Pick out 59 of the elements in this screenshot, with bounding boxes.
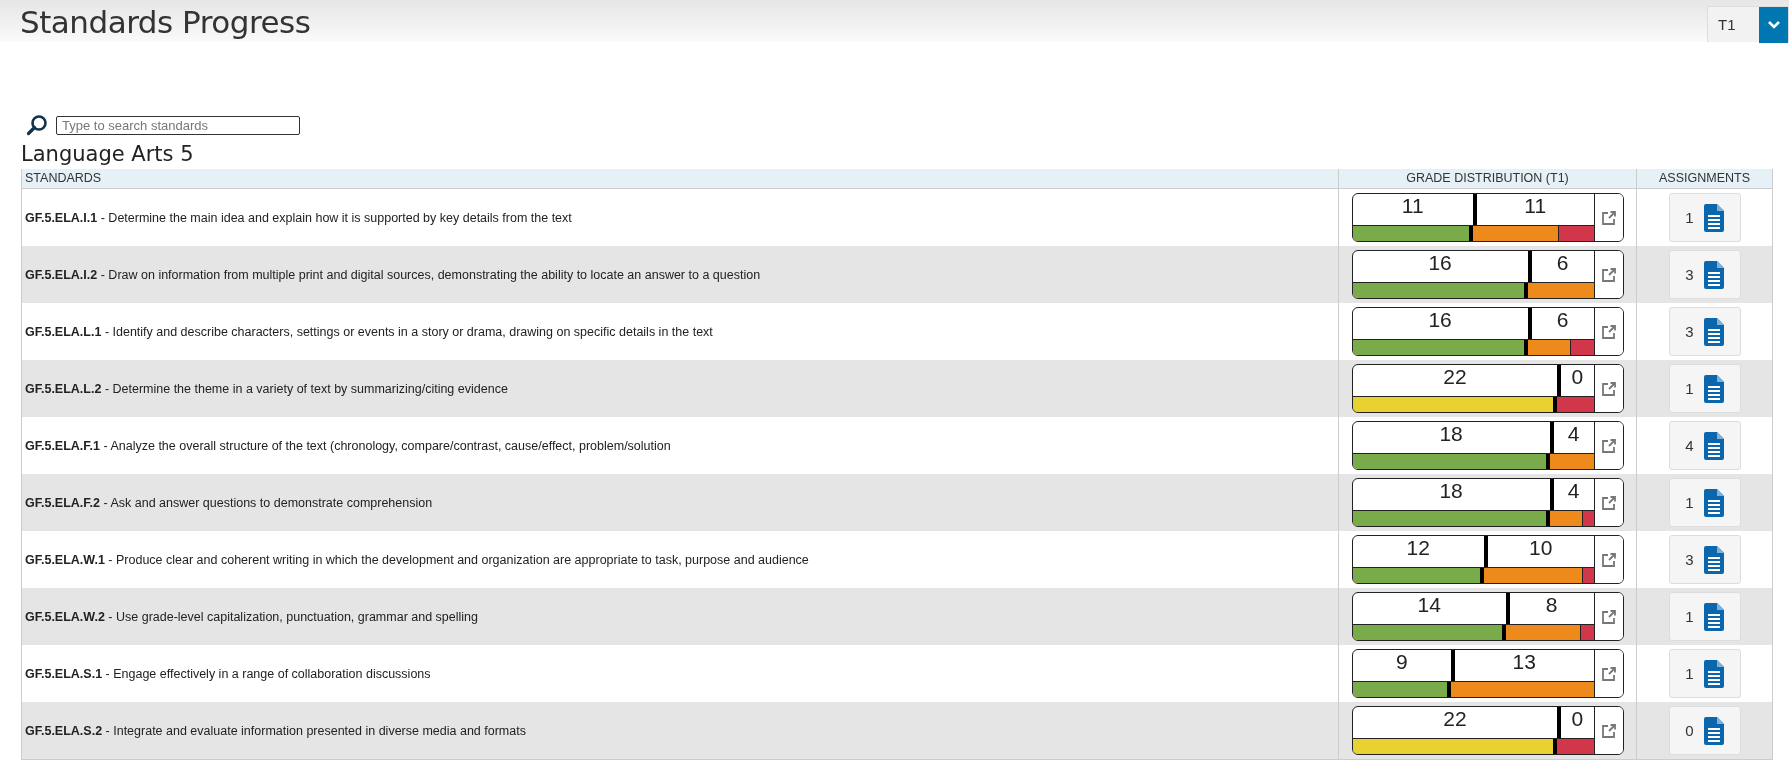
course-title: Language Arts 5 bbox=[20, 141, 195, 166]
document-icon bbox=[1703, 431, 1724, 460]
assignments-button[interactable]: 1 bbox=[1668, 364, 1741, 413]
external-link-icon bbox=[1600, 494, 1617, 511]
grade-count: 18 bbox=[1438, 479, 1464, 504]
external-link-icon bbox=[1600, 608, 1617, 625]
grade-count: 22 bbox=[1442, 365, 1468, 390]
assignments-button[interactable]: 3 bbox=[1668, 535, 1741, 584]
external-link-icon bbox=[1600, 665, 1617, 682]
document-icon bbox=[1703, 659, 1724, 688]
external-link-icon bbox=[1600, 722, 1617, 739]
standard-description: GF.5.ELA.F.2 - Ask and answer questions to demonstrate comprehension bbox=[24, 495, 433, 510]
grade-count: 14 bbox=[1416, 593, 1442, 618]
assignments-button[interactable]: 0 bbox=[1668, 706, 1741, 755]
document-icon bbox=[1703, 716, 1724, 745]
standard-description: GF.5.ELA.L.1 - Identify and describe characters, settings or events in a story or drama, drawing on specific details in the text bbox=[24, 324, 713, 339]
standard-description: GF.5.ELA.S.2 - Integrate and evaluate information presented in diverse media and formats bbox=[24, 723, 526, 738]
standard-description: GF.5.ELA.L.2 - Determine the theme in a variety of text by summarizing/citing evidence bbox=[24, 381, 508, 396]
external-link-icon bbox=[1600, 323, 1617, 340]
standard-description: GF.5.ELA.I.2 - Draw on information from multiple print and digital sources, demonstrating the ability to locate an answer to a question bbox=[24, 267, 761, 282]
external-link-icon bbox=[1600, 209, 1617, 226]
grade-count: 9 bbox=[1394, 650, 1409, 675]
search-field[interactable]: Type to search standards bbox=[56, 115, 300, 135]
document-icon bbox=[1703, 374, 1724, 403]
assignments-button[interactable]: 1 bbox=[1668, 592, 1741, 641]
column-header: GRADE DISTRIBUTION (T1) bbox=[1338, 169, 1636, 189]
assignments-button[interactable]: 4 bbox=[1668, 421, 1741, 470]
search-icon bbox=[26, 114, 48, 136]
grade-count: 16 bbox=[1427, 251, 1453, 276]
document-icon bbox=[1703, 602, 1724, 631]
external-link-icon bbox=[1600, 551, 1617, 568]
external-link-icon bbox=[1600, 380, 1617, 397]
assignments-button[interactable]: 1 bbox=[1668, 193, 1741, 242]
document-icon bbox=[1703, 260, 1724, 289]
grade-count: 18 bbox=[1438, 422, 1464, 447]
standard-description: GF.5.ELA.W.1 - Produce clear and coherent writing in which the development and organization are appropriate to task, purpose and audience bbox=[24, 552, 809, 567]
page-title: Standards Progress bbox=[19, 3, 311, 40]
external-link-icon bbox=[1600, 437, 1617, 454]
column-header: ASSIGNMENTS bbox=[1636, 169, 1772, 189]
assignments-button[interactable]: 1 bbox=[1668, 649, 1741, 698]
document-icon bbox=[1703, 203, 1724, 232]
assignments-button[interactable]: 3 bbox=[1668, 307, 1741, 356]
document-icon bbox=[1703, 488, 1724, 517]
grade-count: 16 bbox=[1427, 308, 1453, 333]
standard-description: GF.5.ELA.F.1 - Analyze the overall structure of the text (chronology, compare/contrast, cause/effect, problem/solution bbox=[24, 438, 671, 453]
standard-description: GF.5.ELA.I.1 - Determine the main idea and explain how it is supported by key details from the text bbox=[24, 210, 572, 225]
standard-description: GF.5.ELA.W.2 - Use grade-level capitalization, punctuation, grammar and spelling bbox=[24, 609, 478, 624]
grade-count: 22 bbox=[1442, 707, 1468, 732]
standard-description: GF.5.ELA.S.1 - Engage effectively in a range of collaboration discussions bbox=[24, 666, 431, 681]
grade-count: 12 bbox=[1405, 536, 1431, 561]
document-icon bbox=[1703, 545, 1724, 574]
chevron-down-icon bbox=[1766, 19, 1781, 30]
document-icon bbox=[1703, 317, 1724, 346]
assignments-button[interactable]: 3 bbox=[1668, 250, 1741, 299]
external-link-icon bbox=[1600, 266, 1617, 283]
term-dropdown[interactable]: T1 bbox=[1707, 6, 1789, 42]
column-header: STANDARDS bbox=[22, 169, 1338, 189]
assignments-button[interactable]: 1 bbox=[1668, 478, 1741, 527]
grade-count: 11 bbox=[1400, 194, 1425, 219]
